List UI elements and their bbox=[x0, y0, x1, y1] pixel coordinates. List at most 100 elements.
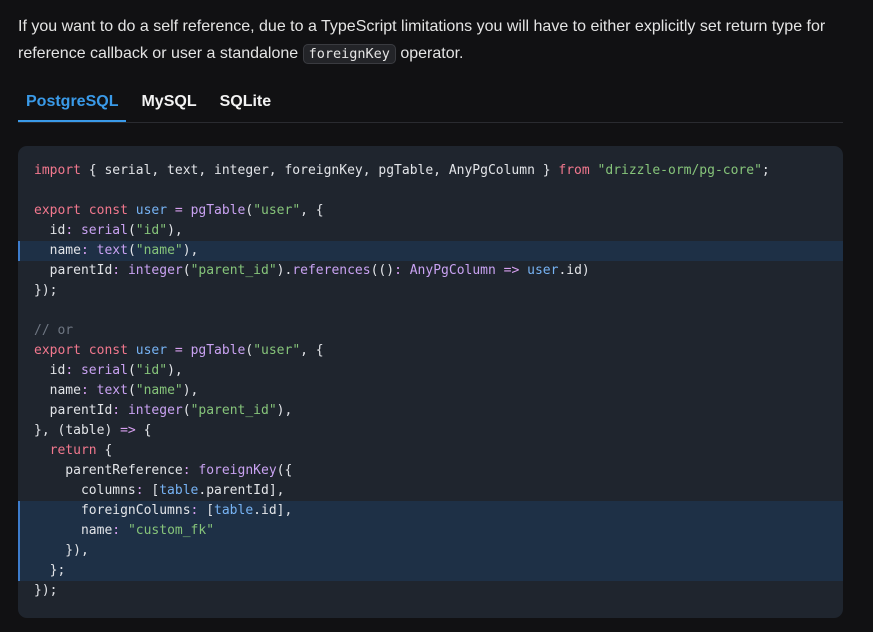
code-token: .id) bbox=[558, 263, 590, 278]
code-token: // or bbox=[34, 323, 74, 338]
code-token: AnyPgColumn bbox=[409, 263, 496, 278]
code-token: integer bbox=[127, 403, 183, 418]
intro-paragraph: If you want to do a self reference, due … bbox=[18, 13, 848, 68]
inline-code-foreignkey: foreignKey bbox=[302, 44, 396, 64]
code-token: from bbox=[558, 163, 590, 178]
database-tabs: PostgreSQL MySQL SQLite bbox=[18, 86, 843, 123]
code-line: name: "custom_fk" bbox=[18, 521, 843, 541]
code-token: pgTable bbox=[190, 343, 246, 358]
code-token: : bbox=[112, 523, 121, 538]
code-token: ( bbox=[245, 203, 254, 218]
code-token: "name" bbox=[135, 383, 183, 398]
code-token: name bbox=[34, 383, 81, 398]
code-token: user bbox=[527, 263, 559, 278]
code-token: }, ( bbox=[34, 423, 66, 438]
code-token: text bbox=[96, 383, 128, 398]
code-line: import { serial, text, integer, foreignK… bbox=[18, 161, 843, 181]
code-token: : bbox=[112, 263, 121, 278]
code-line: foreignColumns: [table.id], bbox=[18, 501, 843, 521]
code-token: ( bbox=[127, 383, 136, 398]
code-token: "drizzle-orm/pg-core" bbox=[597, 163, 762, 178]
code-token: const bbox=[88, 203, 128, 218]
code-token: ), bbox=[276, 403, 293, 418]
code-token: ( bbox=[245, 343, 254, 358]
code-line: }), bbox=[18, 541, 843, 561]
code-token: ({ bbox=[276, 463, 293, 478]
code-token: parentId bbox=[34, 263, 113, 278]
code-token: }); bbox=[34, 583, 58, 598]
code-line: export const user = pgTable("user", { bbox=[18, 201, 843, 221]
code-line: id: serial("id"), bbox=[18, 221, 843, 241]
code-token: (() bbox=[370, 263, 395, 278]
code-token: [ bbox=[198, 503, 215, 518]
code-token: user bbox=[135, 203, 168, 218]
code-token: ), bbox=[182, 243, 199, 258]
code-token: { bbox=[135, 423, 152, 438]
code-token: : bbox=[65, 223, 74, 238]
code-line: }, (table) => { bbox=[18, 421, 843, 441]
code-token: : bbox=[112, 403, 121, 418]
code-line: parentId: integer("parent_id"), bbox=[18, 401, 843, 421]
code-line: name: text("name"), bbox=[18, 241, 843, 261]
code-token: : bbox=[394, 263, 402, 278]
code-token: [ bbox=[143, 483, 160, 498]
code-token: ), bbox=[182, 383, 199, 398]
tab-postgresql[interactable]: PostgreSQL bbox=[18, 86, 127, 122]
code-token: name bbox=[34, 523, 113, 538]
code-token: }), bbox=[34, 543, 89, 558]
code-line: }; bbox=[18, 561, 843, 581]
code-token: => bbox=[120, 423, 136, 438]
code-token: { bbox=[96, 443, 113, 458]
code-token: serial bbox=[80, 363, 128, 378]
code-token: ( bbox=[127, 243, 136, 258]
code-token: pgTable bbox=[190, 203, 246, 218]
code-token: "name" bbox=[135, 243, 183, 258]
code-token: "parent_id" bbox=[190, 403, 277, 418]
code-block: import { serial, text, integer, foreignK… bbox=[18, 146, 843, 618]
code-token: foreignKey bbox=[198, 463, 277, 478]
code-token: : bbox=[182, 463, 191, 478]
code-token: "parent_id" bbox=[190, 263, 277, 278]
code-token: parentReference bbox=[34, 463, 183, 478]
code-token: ( bbox=[182, 403, 191, 418]
code-line: // or bbox=[18, 321, 843, 341]
tab-mysql[interactable]: MySQL bbox=[133, 86, 204, 122]
code-token: : bbox=[65, 363, 74, 378]
code-token: columns bbox=[34, 483, 136, 498]
code-token: table bbox=[159, 483, 199, 498]
code-token: = bbox=[174, 343, 183, 358]
code-token: id bbox=[34, 223, 66, 238]
tab-sqlite[interactable]: SQLite bbox=[212, 86, 280, 122]
code-token: "id" bbox=[135, 363, 168, 378]
code-token: => bbox=[503, 263, 520, 278]
code-token: ( bbox=[127, 223, 136, 238]
code-token: table bbox=[65, 423, 105, 438]
code-token: ; bbox=[761, 163, 770, 178]
code-line: parentId: integer("parent_id").reference… bbox=[18, 261, 843, 281]
code-token: : bbox=[80, 243, 89, 258]
code-token: ) bbox=[104, 423, 121, 438]
code-line: columns: [table.parentId], bbox=[18, 481, 843, 501]
code-token: "custom_fk" bbox=[127, 523, 215, 538]
code-token: , { bbox=[300, 343, 324, 358]
code-line: name: text("name"), bbox=[18, 381, 843, 401]
code-token: serial bbox=[80, 223, 128, 238]
code-line: }); bbox=[18, 581, 843, 601]
